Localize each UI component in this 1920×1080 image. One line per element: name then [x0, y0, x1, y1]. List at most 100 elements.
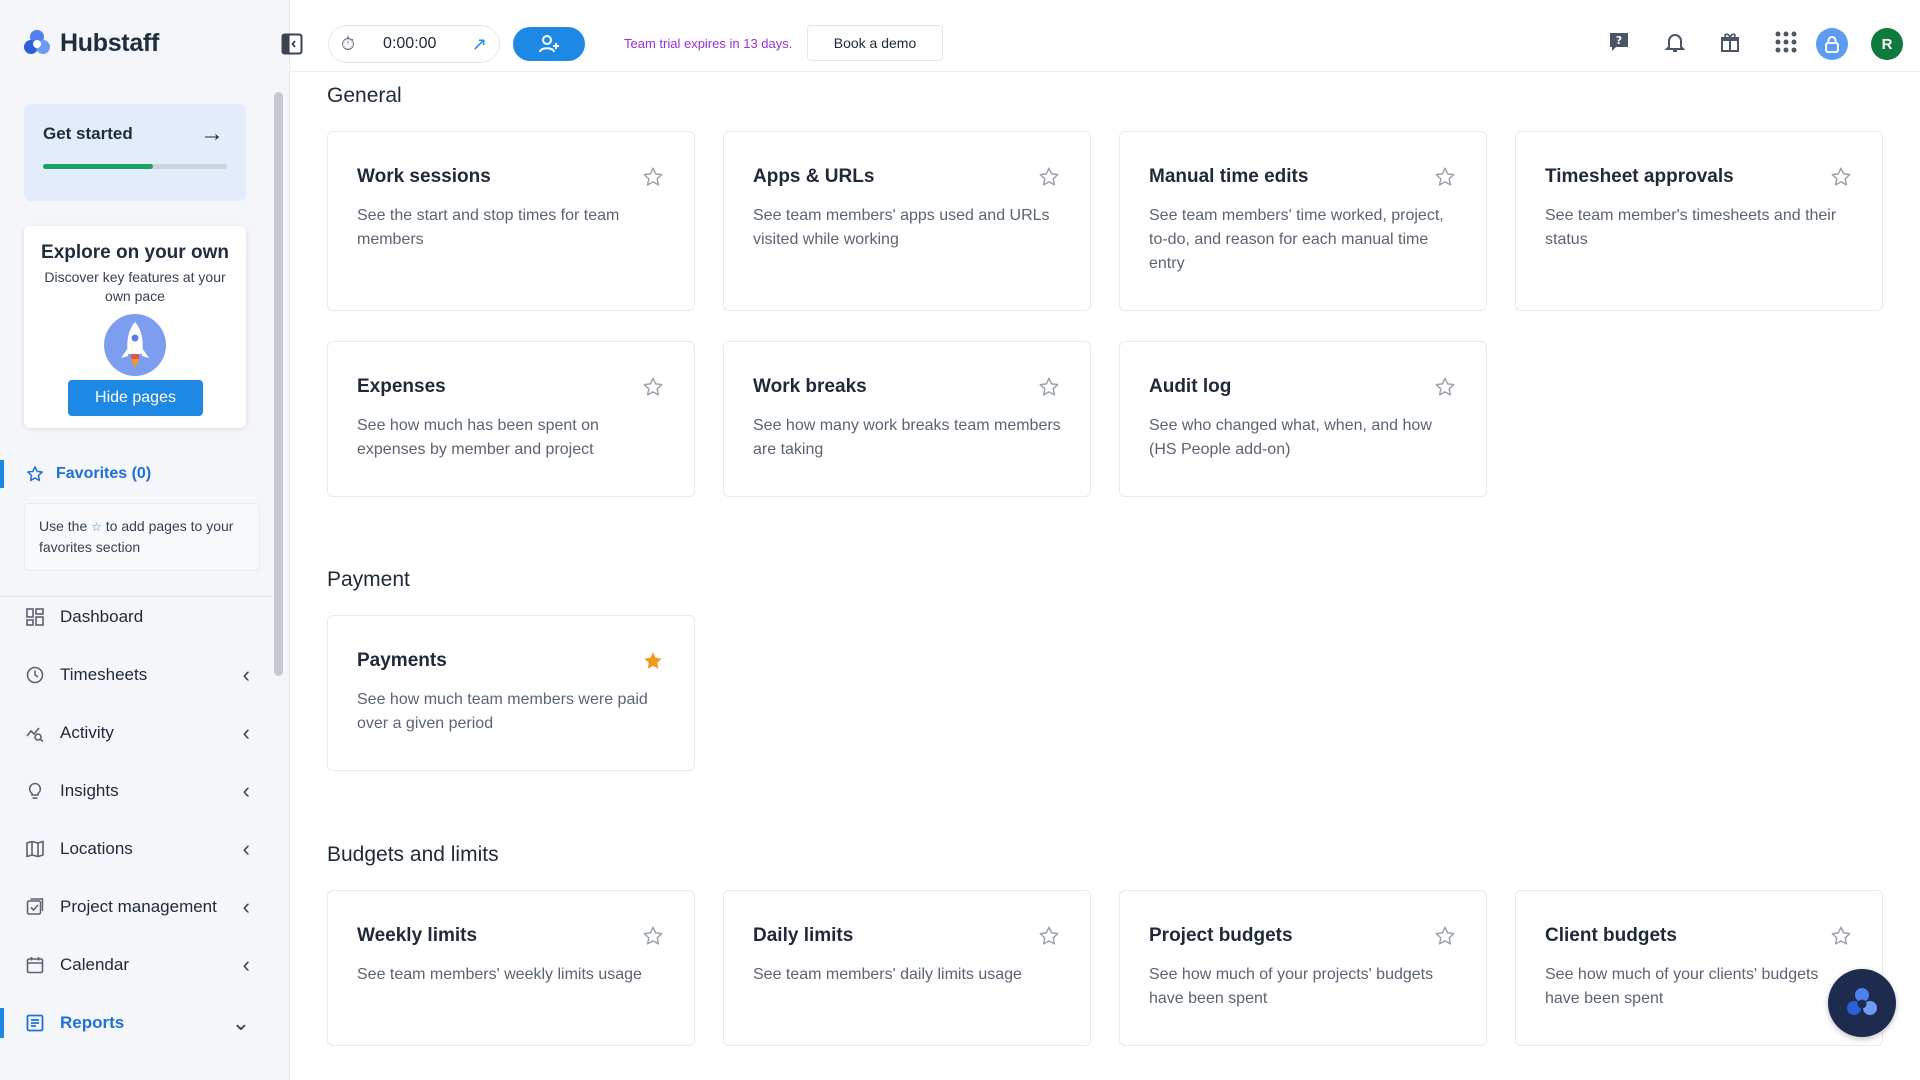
chevron-left-icon[interactable]: ‹ [243, 952, 250, 978]
sidebar-item-dashboard[interactable]: Dashboard [0, 595, 272, 639]
report-card-timesheet-approvals[interactable]: Timesheet approvals See team member's tim… [1515, 131, 1883, 311]
sidebar-item-timesheets[interactable]: Timesheets ‹ [0, 653, 272, 697]
report-card-description: See how much has been spent on expenses … [357, 417, 599, 458]
activity-icon [26, 724, 44, 742]
security-avatar[interactable] [1816, 28, 1848, 60]
chevron-left-icon[interactable]: ‹ [243, 894, 250, 920]
help-icon[interactable]: ? [1607, 30, 1631, 54]
report-card-project-budgets[interactable]: Project budgets See how much of your proj… [1119, 890, 1487, 1046]
chevron-left-icon[interactable]: ‹ [243, 662, 250, 688]
sidebar-item-calendar[interactable]: Calendar ‹ [0, 943, 272, 987]
hubstaff-logo-icon [24, 30, 50, 54]
user-avatar[interactable]: R [1871, 28, 1903, 60]
book-demo-button[interactable]: Book a demo [807, 25, 943, 61]
report-card-weekly-limits[interactable]: Weekly limits See team members' weekly li… [327, 890, 695, 1046]
get-started-progress [43, 164, 227, 169]
sidebar-item-label: Calendar [60, 955, 129, 974]
star-outline-icon[interactable] [1434, 376, 1456, 398]
report-card-expenses[interactable]: Expenses See how much has been spent on e… [327, 341, 695, 497]
star-outline-icon: ☆ [91, 520, 102, 534]
sidebar-item-project-management[interactable]: Project management ‹ [0, 885, 272, 929]
time-tracker[interactable]: ⏱ 0:00:00 ↗ [328, 25, 500, 63]
report-card-description: See team members' daily limits usage [753, 966, 1022, 983]
active-indicator [0, 660, 4, 690]
report-card-apps-urls[interactable]: Apps & URLs See team members' apps used a… [723, 131, 1091, 311]
report-card-payments[interactable]: Payments See how much team members were p… [327, 615, 695, 771]
report-card-description: See team members' apps used and URLs vis… [753, 207, 1050, 248]
svg-text:?: ? [1616, 34, 1622, 47]
sidebar-item-insights[interactable]: Insights ‹ [0, 769, 272, 813]
hubstaff-chat-icon [1847, 988, 1877, 1015]
report-card-title: Daily limits [753, 925, 854, 946]
section-title-payment: Payment [327, 568, 410, 591]
star-outline-icon[interactable] [642, 376, 664, 398]
explore-title: Explore on your own [41, 242, 229, 263]
sidebar-item-activity[interactable]: Activity ‹ [0, 711, 272, 755]
hide-pages-button[interactable]: Hide pages [68, 380, 203, 416]
star-outline-icon[interactable] [1830, 925, 1852, 947]
calendar-icon [26, 956, 44, 974]
sidebar-item-favorites[interactable]: Favorites (0) [0, 458, 272, 490]
bell-icon[interactable] [1663, 30, 1687, 54]
add-user-icon [539, 35, 559, 53]
reports-icon [26, 1014, 44, 1032]
report-card-description: See how much team members were paid over… [357, 691, 648, 732]
chevron-down-icon[interactable]: ⌄ [232, 1010, 250, 1036]
sidebar-scrollbar[interactable] [274, 92, 283, 676]
star-outline-icon[interactable] [1038, 376, 1060, 398]
star-outline-icon[interactable] [1830, 166, 1852, 188]
open-timer-arrow-icon[interactable]: ↗ [472, 34, 487, 55]
chevron-left-icon[interactable]: ‹ [243, 720, 250, 746]
app-name: Hubstaff [60, 28, 159, 57]
report-card-work-sessions[interactable]: Work sessions See the start and stop time… [327, 131, 695, 311]
report-card-description: See the start and stop times for team me… [357, 207, 620, 248]
dashboard-icon [26, 608, 44, 626]
checklist-icon [26, 898, 44, 916]
sidebar-item-reports[interactable]: Reports ⌄ [0, 1001, 272, 1045]
chevron-left-icon[interactable]: ‹ [243, 778, 250, 804]
active-indicator [0, 1008, 4, 1038]
star-outline-icon[interactable] [1038, 166, 1060, 188]
report-card-client-budgets[interactable]: Client budgets See how much of your clien… [1515, 890, 1883, 1046]
report-card-work-breaks[interactable]: Work breaks See how many work breaks team… [723, 341, 1091, 497]
report-card-daily-limits[interactable]: Daily limits See team members' daily limi… [723, 890, 1091, 1046]
report-card-description: See who changed what, when, and how (HS … [1149, 417, 1432, 458]
active-indicator [0, 718, 4, 748]
chat-support-button[interactable] [1828, 969, 1896, 1037]
timer-value: 0:00:00 [383, 35, 437, 52]
star-outline-icon[interactable] [642, 925, 664, 947]
active-indicator [0, 776, 4, 806]
star-outline-icon[interactable] [1038, 925, 1060, 947]
gift-icon[interactable] [1718, 30, 1742, 54]
explore-card: Explore on your own Discover key feature… [24, 226, 246, 428]
report-card-audit-log[interactable]: Audit log See who changed what, when, and… [1119, 341, 1487, 497]
hubstaff-logo[interactable]: Hubstaff [22, 28, 159, 58]
active-indicator [0, 892, 4, 922]
star-outline-icon[interactable] [642, 166, 664, 188]
trial-notice[interactable]: Team trial expires in 13 days. [624, 36, 792, 51]
sidebar-item-locations[interactable]: Locations ‹ [0, 827, 272, 871]
report-card-manual-time-edits[interactable]: Manual time edits See team members' time … [1119, 131, 1487, 311]
star-outline-icon[interactable] [1434, 925, 1456, 947]
report-card-title: Work breaks [753, 376, 867, 397]
sidebar-collapse-icon[interactable] [281, 33, 303, 55]
star-filled-icon[interactable] [642, 650, 664, 672]
get-started-progress-fill [43, 164, 154, 169]
sidebar-item-label: Reports [60, 1013, 125, 1032]
report-card-title: Client budgets [1545, 925, 1677, 946]
add-user-button[interactable] [513, 27, 585, 61]
star-outline-icon[interactable] [1434, 166, 1456, 188]
sidebar-item-label: Dashboard [60, 607, 144, 626]
active-indicator [0, 950, 4, 980]
sidebar-item-label: Locations [60, 839, 133, 858]
apps-grid-icon[interactable] [1774, 30, 1798, 54]
favorites-hint-before: Use the [39, 518, 88, 534]
active-indicator [0, 834, 4, 864]
report-card-description: See how many work breaks team members ar… [753, 417, 1061, 458]
report-card-description: See how much of your projects' budgets h… [1149, 966, 1434, 1007]
sidebar-item-label: Insights [60, 781, 119, 800]
report-card-title: Project budgets [1149, 925, 1293, 946]
chevron-left-icon[interactable]: ‹ [243, 836, 250, 862]
get-started-card[interactable]: Get started → [24, 104, 246, 201]
report-card-title: Timesheet approvals [1545, 166, 1734, 187]
